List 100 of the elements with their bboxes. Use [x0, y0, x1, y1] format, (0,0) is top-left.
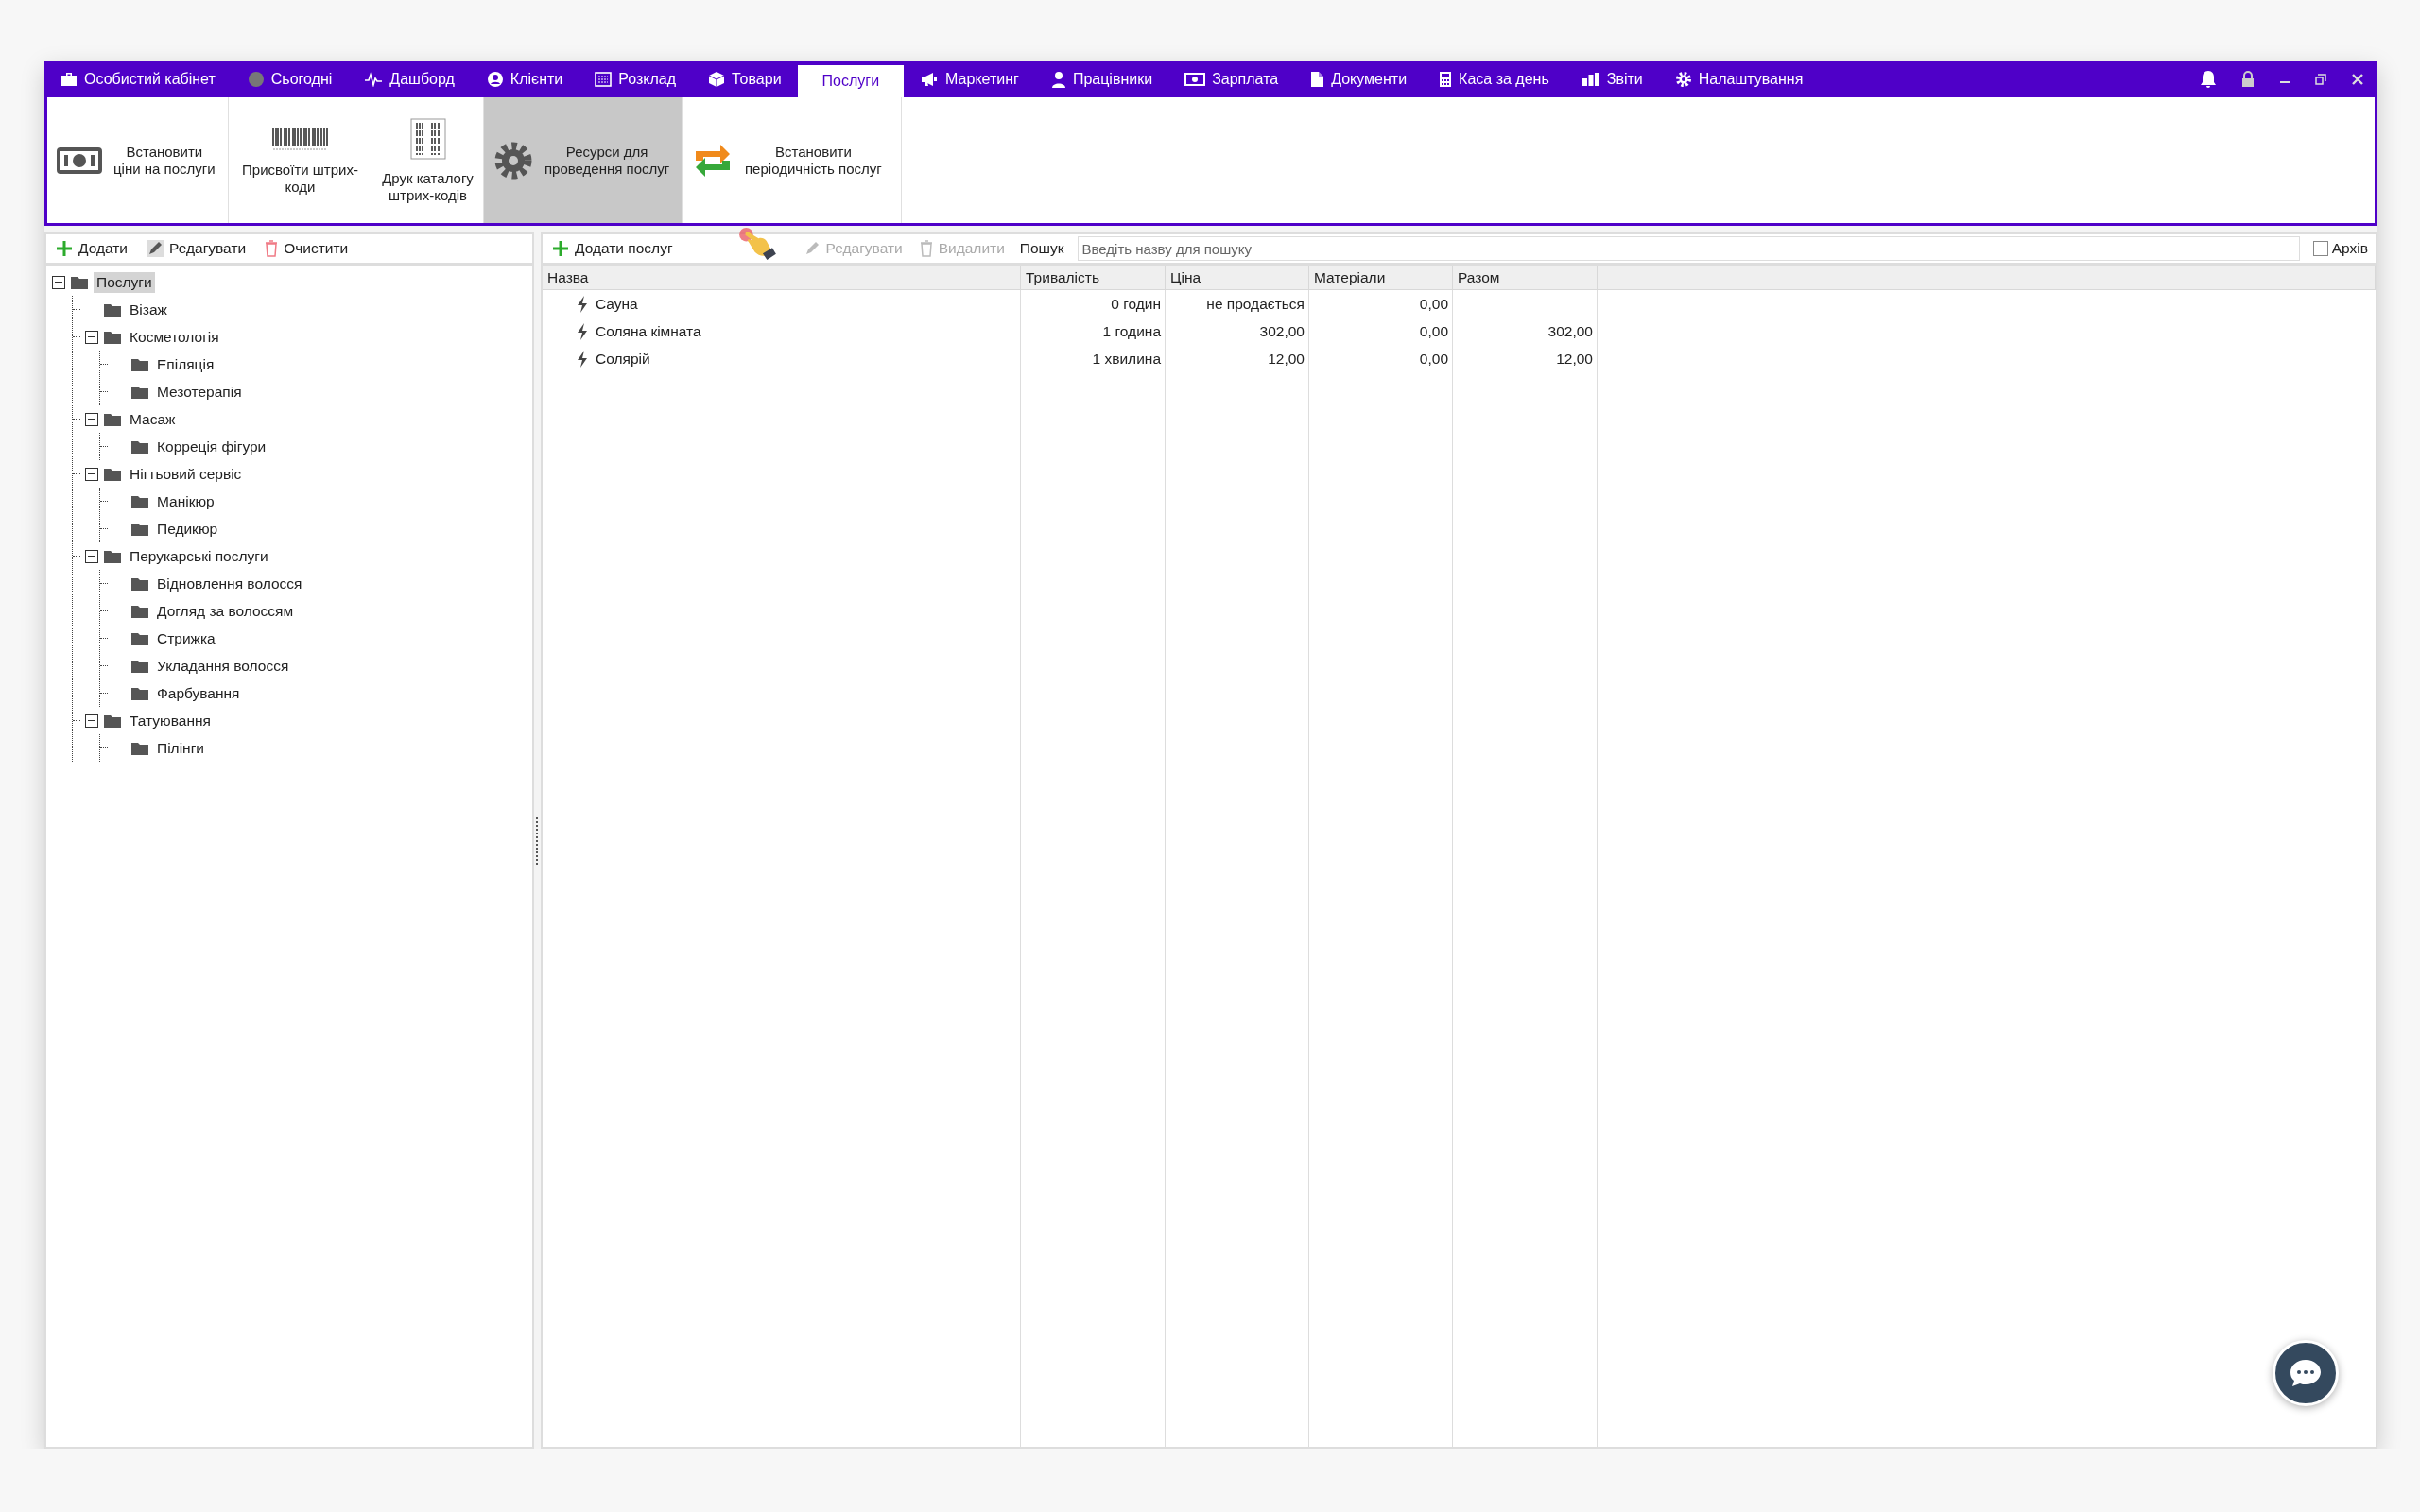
close-icon[interactable]: [2351, 73, 2364, 86]
plus-icon: [56, 240, 73, 257]
tree-item[interactable]: Укладання волосся: [154, 655, 292, 677]
table-cell: Солярій: [596, 350, 650, 368]
user-icon: [486, 71, 504, 88]
ribbon-button[interactable]: Встановити періодичність послуг: [683, 97, 902, 223]
pulse-icon: [364, 72, 384, 87]
table-cell: 302,00: [1547, 322, 1593, 340]
column-header[interactable]: Матеріали: [1309, 266, 1453, 290]
barcode-icon: [270, 125, 330, 152]
menu-tab[interactable]: Звіти: [1564, 61, 1659, 97]
bell-icon[interactable]: [2200, 70, 2217, 89]
tree-item[interactable]: Пілінги: [154, 737, 207, 759]
banknote-icon: [57, 146, 102, 175]
menu-tab[interactable]: Особистий кабінет: [44, 61, 232, 97]
table-cell: 1 хвилина: [1092, 350, 1161, 368]
ribbon-button[interactable]: Встановити ціни на послуги: [47, 97, 229, 223]
folder-icon: [130, 356, 149, 372]
tree-item[interactable]: Фарбування: [154, 682, 243, 704]
folder-icon: [103, 301, 122, 318]
collapse-icon[interactable]: [85, 549, 98, 563]
table-cell: Сауна: [596, 295, 638, 313]
ribbon-button[interactable]: Присвоїти штрих- коди: [229, 97, 372, 223]
edit-button[interactable]: Редагувати: [145, 238, 249, 259]
menu-tab[interactable]: Товари: [692, 61, 798, 97]
barcode-sheet-icon: [408, 116, 447, 161]
toolbar-button[interactable]: Додати послуг: [550, 238, 675, 259]
lock-icon[interactable]: [2241, 71, 2255, 88]
column-header[interactable]: Тривалість: [1021, 266, 1166, 290]
briefcase-icon: [60, 72, 78, 87]
folder-icon: [130, 685, 149, 701]
calendar-icon: [595, 72, 613, 87]
megaphone-icon: [920, 72, 940, 87]
table-cell: Соляна кімната: [596, 322, 701, 340]
table-cell: 0 годин: [1111, 295, 1161, 313]
tree-item[interactable]: Послуги: [94, 271, 155, 293]
tree-item[interactable]: Мезотерапія: [154, 381, 245, 403]
tree-item[interactable]: Догляд за волоссям: [154, 600, 297, 622]
ribbon-button[interactable]: Друк каталогу штрих-кодів: [372, 97, 484, 223]
archive-checkbox[interactable]: [2312, 241, 2328, 256]
folder-icon: [130, 493, 149, 509]
restore-icon[interactable]: [2315, 74, 2326, 85]
collapse-icon[interactable]: [85, 412, 98, 426]
collapse-icon[interactable]: [52, 275, 65, 289]
column-header[interactable]: Разом: [1453, 266, 1598, 290]
folder-icon: [70, 274, 89, 290]
tree-item[interactable]: Педикюр: [154, 518, 221, 540]
tree-item[interactable]: Нігтьовий сервіс: [127, 463, 245, 485]
menu-tab[interactable]: Маркетинг: [904, 61, 1035, 97]
folder-icon: [103, 329, 122, 345]
folder-icon: [130, 658, 149, 674]
table-cell: 0,00: [1419, 350, 1448, 368]
folder-icon: [130, 384, 149, 400]
collapse-icon[interactable]: [85, 713, 98, 728]
folder-icon: [130, 521, 149, 537]
tree-item[interactable]: Епіляція: [154, 353, 217, 375]
tree-item[interactable]: Корреція фігури: [154, 436, 269, 457]
menu-tab[interactable]: Клієнти: [470, 61, 579, 97]
collapse-icon[interactable]: [85, 330, 98, 344]
collapse-icon[interactable]: [85, 467, 98, 481]
add-button[interactable]: Додати: [54, 238, 130, 259]
search-field[interactable]: Введіть назву для пошуку: [1077, 236, 2300, 261]
menu-tab[interactable]: Документи: [1294, 61, 1424, 97]
lightning-icon: [577, 349, 588, 369]
menu-tab[interactable]: Зарплата: [1168, 61, 1295, 97]
person-icon: [1050, 71, 1066, 88]
column-header[interactable]: Назва: [543, 266, 1021, 290]
menu-tab[interactable]: Налаштування: [1658, 61, 1820, 97]
column-header[interactable]: Ціна: [1166, 266, 1309, 290]
menu-tab[interactable]: Працівники: [1034, 61, 1169, 97]
table-cell: 0,00: [1419, 295, 1448, 313]
tree-item[interactable]: Стрижка: [154, 627, 218, 649]
table-cell: 0,00: [1419, 322, 1448, 340]
tree-item[interactable]: Косметологія: [127, 326, 222, 348]
table-cell: 12,00: [1268, 350, 1305, 368]
tree-item[interactable]: Відновлення волосся: [154, 573, 305, 594]
table-cell: 12,00: [1556, 350, 1593, 368]
plus-icon: [552, 240, 569, 257]
document-icon: [1310, 71, 1325, 88]
menu-tab[interactable]: Дашборд: [348, 61, 471, 97]
lightning-icon: [577, 321, 588, 341]
clear-button[interactable]: Очистити: [263, 238, 351, 259]
tree-item[interactable]: Перукарські послуги: [127, 545, 271, 567]
tree-item[interactable]: Татуювання: [127, 710, 214, 731]
folder-icon: [130, 740, 149, 756]
pencil-icon: [147, 240, 164, 257]
lightning-icon: [577, 294, 588, 314]
tree-item[interactable]: Манікюр: [154, 490, 217, 512]
calculator-icon: [1439, 71, 1453, 88]
menu-tab[interactable]: Послуги: [797, 65, 905, 97]
tree-item[interactable]: Візаж: [127, 299, 170, 320]
ribbon-button[interactable]: Ресурси для проведення послуг: [484, 97, 683, 223]
tree-item[interactable]: Масаж: [127, 408, 179, 430]
folder-icon: [103, 548, 122, 564]
folder-icon: [103, 713, 122, 729]
menu-tab[interactable]: Розклад: [579, 61, 693, 97]
menu-tab[interactable]: Каса за день: [1423, 61, 1565, 97]
bar-chart-icon: [1581, 72, 1600, 87]
menu-tab[interactable]: Сьогодні: [231, 61, 349, 97]
folder-icon: [130, 438, 149, 455]
